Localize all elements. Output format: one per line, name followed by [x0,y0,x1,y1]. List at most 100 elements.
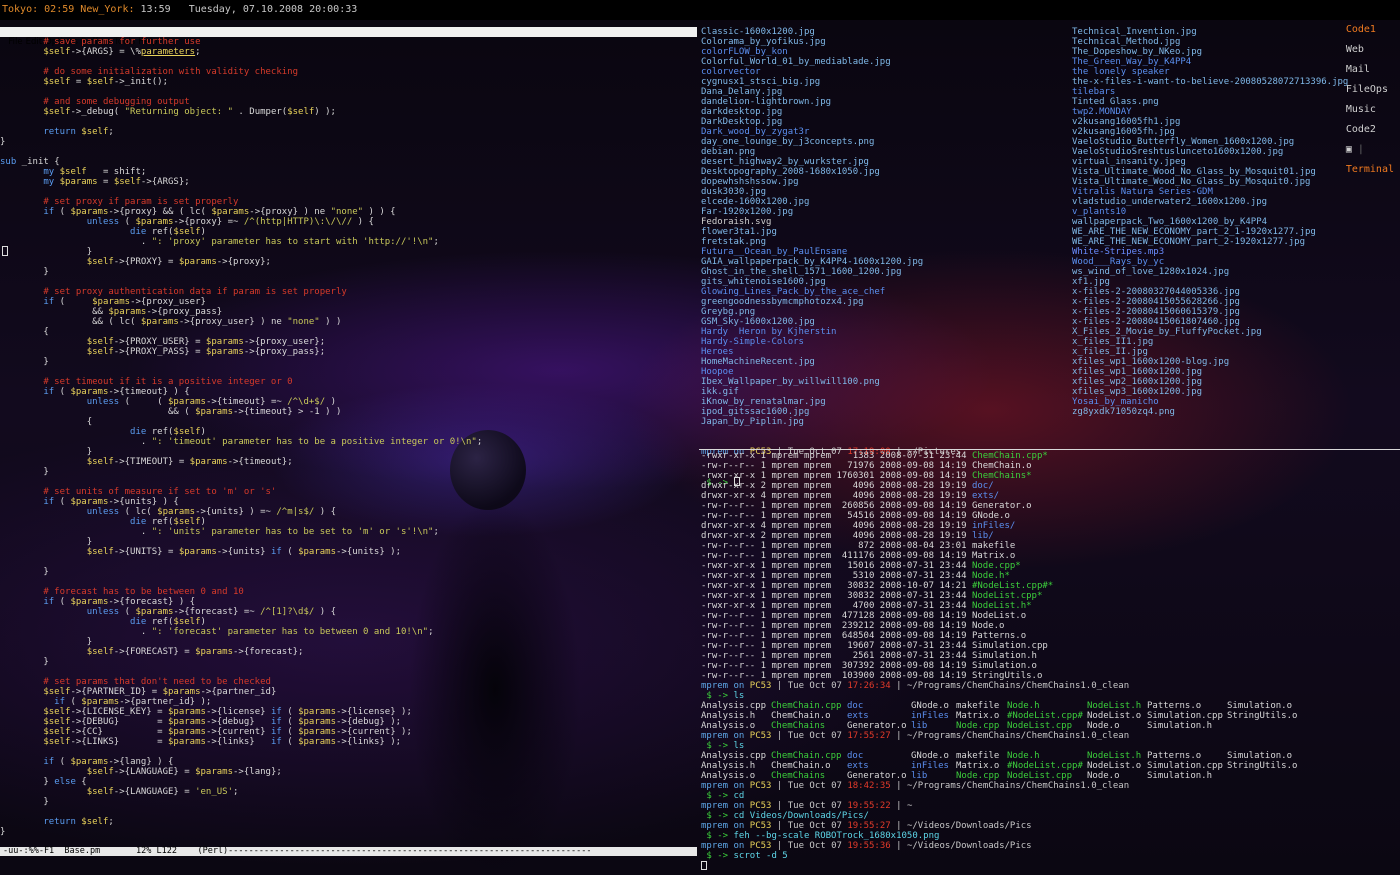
picture-file-entry[interactable]: Hoopoe [701,367,1061,377]
file-name[interactable]: ChemChains [771,721,825,731]
file-name[interactable]: Simulation.o [1227,751,1292,761]
file-name[interactable]: ChemChains [771,771,825,781]
file-name[interactable]: Simulation.o [1227,701,1292,711]
picture-file-entry[interactable]: ikk.gif [701,387,1061,397]
file-name[interactable]: Node.cpp [956,721,999,731]
picture-file-entry[interactable]: x_files_II1.jpg [1072,337,1400,347]
file-name[interactable]: NodeList.cpp [1007,771,1072,781]
picture-file-entry[interactable]: fretstak.png [701,237,1061,247]
picture-file-entry[interactable]: Greybg.png [701,307,1061,317]
picture-file-entry[interactable]: Desktopography_2008-1680x1050.jpg [701,167,1061,177]
file-name[interactable]: Analysis.cpp [701,701,766,711]
file-name[interactable]: makefile [956,751,999,761]
file-name[interactable]: Node.o [972,621,1005,631]
picture-file-entry[interactable]: Futura__Ocean_by_PaulEnsane [701,247,1061,257]
picture-file-entry[interactable]: Tinted Glass.png [1072,97,1400,107]
file-name[interactable]: lib [911,721,927,731]
file-name[interactable]: Patterns.o [1147,751,1201,761]
picture-file-entry[interactable]: Dana_Delany.jpg [701,87,1061,97]
file-name[interactable]: NodeList.h [1087,701,1141,711]
picture-file-entry[interactable]: Far-1920x1200.jpg [701,207,1061,217]
file-name[interactable]: StringUtils.o [972,671,1042,681]
picture-file-entry[interactable]: dusk3030.jpg [701,187,1061,197]
file-name[interactable]: NodeList.o [972,611,1026,621]
pane-divider[interactable] [699,449,1400,450]
file-name[interactable]: ChemChain.o [972,461,1032,471]
file-name[interactable]: GNode.o [911,701,949,711]
picture-file-entry[interactable]: Colorful_World_01_by_mediablade.jpg [701,57,1061,67]
picture-file-entry[interactable]: X_Files_2_Movie_by_FluffyPocket.jpg [1072,327,1400,337]
file-name[interactable]: NodeList.h* [972,601,1032,611]
picture-file-entry[interactable]: xfiles_wp1_1600x1200-blog.jpg [1072,357,1400,367]
picture-file-entry[interactable]: xfiles_wp1_1600x1200.jpg [1072,367,1400,377]
picture-file-entry[interactable]: Glowing_Lines_Pack_by_the_ace_chef [701,287,1061,297]
file-name[interactable]: NodeList.h [1087,751,1141,761]
file-name[interactable]: ChemChain.cpp [771,751,841,761]
picture-file-entry[interactable]: day_one_lounge_by_j3concepts.png [701,137,1061,147]
picture-file-entry[interactable]: VaeloStudioSreshtuslunceto1600x1200.jpg [1072,147,1400,157]
terminal-pane[interactable]: -rwxr-xr-x 1 mprem mprem 1383 2008-07-31… [701,451,1400,875]
picture-file-entry[interactable]: iKnow_by_renatalmar.jpg [701,397,1061,407]
picture-file-entry[interactable]: Technical_Invention.jpg [1072,27,1400,37]
picture-file-entry[interactable]: Ibex_Wallpaper_by_willwill100.png [701,377,1061,387]
file-name[interactable]: Analysis.h [701,761,755,771]
file-name[interactable]: Node.cpp [956,771,999,781]
file-name[interactable]: inFiles [911,761,949,771]
picture-file-entry[interactable]: debian.png [701,147,1061,157]
file-name[interactable]: Analysis.o [701,771,755,781]
picture-file-entry[interactable]: xf1.jpg [1072,277,1400,287]
picture-file-entry[interactable]: tilebars [1072,87,1400,97]
picture-file-entry[interactable]: colorFLOW_by_kon [701,47,1061,57]
picture-file-entry[interactable]: Classic-1600x1200.jpg [701,27,1061,37]
picture-file-entry[interactable]: x-files-2-20080415055628266.jpg [1072,297,1400,307]
picture-file-entry[interactable]: Vista_Ultimate_Wood_No_Glass_by_Mosquit0… [1072,167,1400,177]
file-name[interactable]: #NodeList.cpp# [1007,711,1083,721]
file-name[interactable]: Matrix.o [956,711,999,721]
file-name[interactable]: #NodeList.cpp# [1007,761,1083,771]
file-name[interactable]: Simulation.h [1147,771,1212,781]
file-name[interactable]: Node.o [1087,721,1120,731]
file-name[interactable]: NodeList.cpp [1007,721,1072,731]
picture-file-entry[interactable]: Yosai_by_manicho [1072,397,1400,407]
file-name[interactable]: StringUtils.o [1227,711,1297,721]
file-name[interactable]: Simulation.cpp [1147,761,1223,771]
picture-file-entry[interactable]: Fedoraish.svg [701,217,1061,227]
file-name[interactable]: NodeList.o [1087,761,1141,771]
picture-file-entry[interactable]: dandelion-lightbrown.jpg [701,97,1061,107]
file-name[interactable]: Node.h [1007,701,1040,711]
picture-file-entry[interactable]: greengoodnessbymcmphotozx4.jpg [701,297,1061,307]
picture-file-entry[interactable]: colorvector [701,67,1061,77]
picture-file-entry[interactable]: darkdesktop.jpg [701,107,1061,117]
picture-file-entry[interactable]: v2kusang16005fh.jpg [1072,127,1400,137]
file-name[interactable]: exts/ [972,491,999,501]
picture-file-entry[interactable]: The_Dopeshow_by_NKeo.jpg [1072,47,1400,57]
file-name[interactable]: Analysis.o [701,721,755,731]
picture-file-entry[interactable]: v2kusang16005fh1.jpg [1072,117,1400,127]
file-name[interactable]: ChemChains* [972,471,1032,481]
file-name[interactable]: lib [911,771,927,781]
file-name[interactable]: Patterns.o [972,631,1026,641]
picture-file-entry[interactable]: Wood___Rays_by_yc [1072,257,1400,267]
file-name[interactable]: Matrix.o [972,551,1015,561]
file-name[interactable]: ChemChain.cpp* [972,451,1048,461]
file-name[interactable]: Generator.o [847,771,907,781]
picture-file-entry[interactable]: xfiles_wp3_1600x1200.jpg [1072,387,1400,397]
file-name[interactable]: makefile [972,541,1015,551]
file-name[interactable]: Node.o [1087,771,1120,781]
file-name[interactable]: Patterns.o [1147,701,1201,711]
picture-file-entry[interactable]: Technical_Method.jpg [1072,37,1400,47]
picture-file-entry[interactable]: ws_wind_of_love_1280x1024.jpg [1072,267,1400,277]
picture-file-entry[interactable]: x-files-2-20080327044005336.jpg [1072,287,1400,297]
picture-file-entry[interactable]: virtual_insanity.jpeg [1072,157,1400,167]
file-name[interactable]: Node.cpp* [972,561,1021,571]
file-name[interactable]: Analysis.cpp [701,751,766,761]
picture-file-entry[interactable]: Hardy-Simple-Colors [701,337,1061,347]
picture-file-entry[interactable]: wallpaperpack_Two_1600x1200_by_K4PP4 [1072,217,1400,227]
picture-file-entry[interactable]: VaeloStudio_Butterfly_Women_1600x1200.jp… [1072,137,1400,147]
file-name[interactable]: doc [847,701,863,711]
file-name[interactable]: exts [847,711,869,721]
file-name[interactable]: GNode.o [972,511,1010,521]
file-name[interactable]: inFiles/ [972,521,1015,531]
file-name[interactable]: StringUtils.o [1227,761,1297,771]
picture-file-entry[interactable]: Colorama_by_yofikus.jpg [701,37,1061,47]
